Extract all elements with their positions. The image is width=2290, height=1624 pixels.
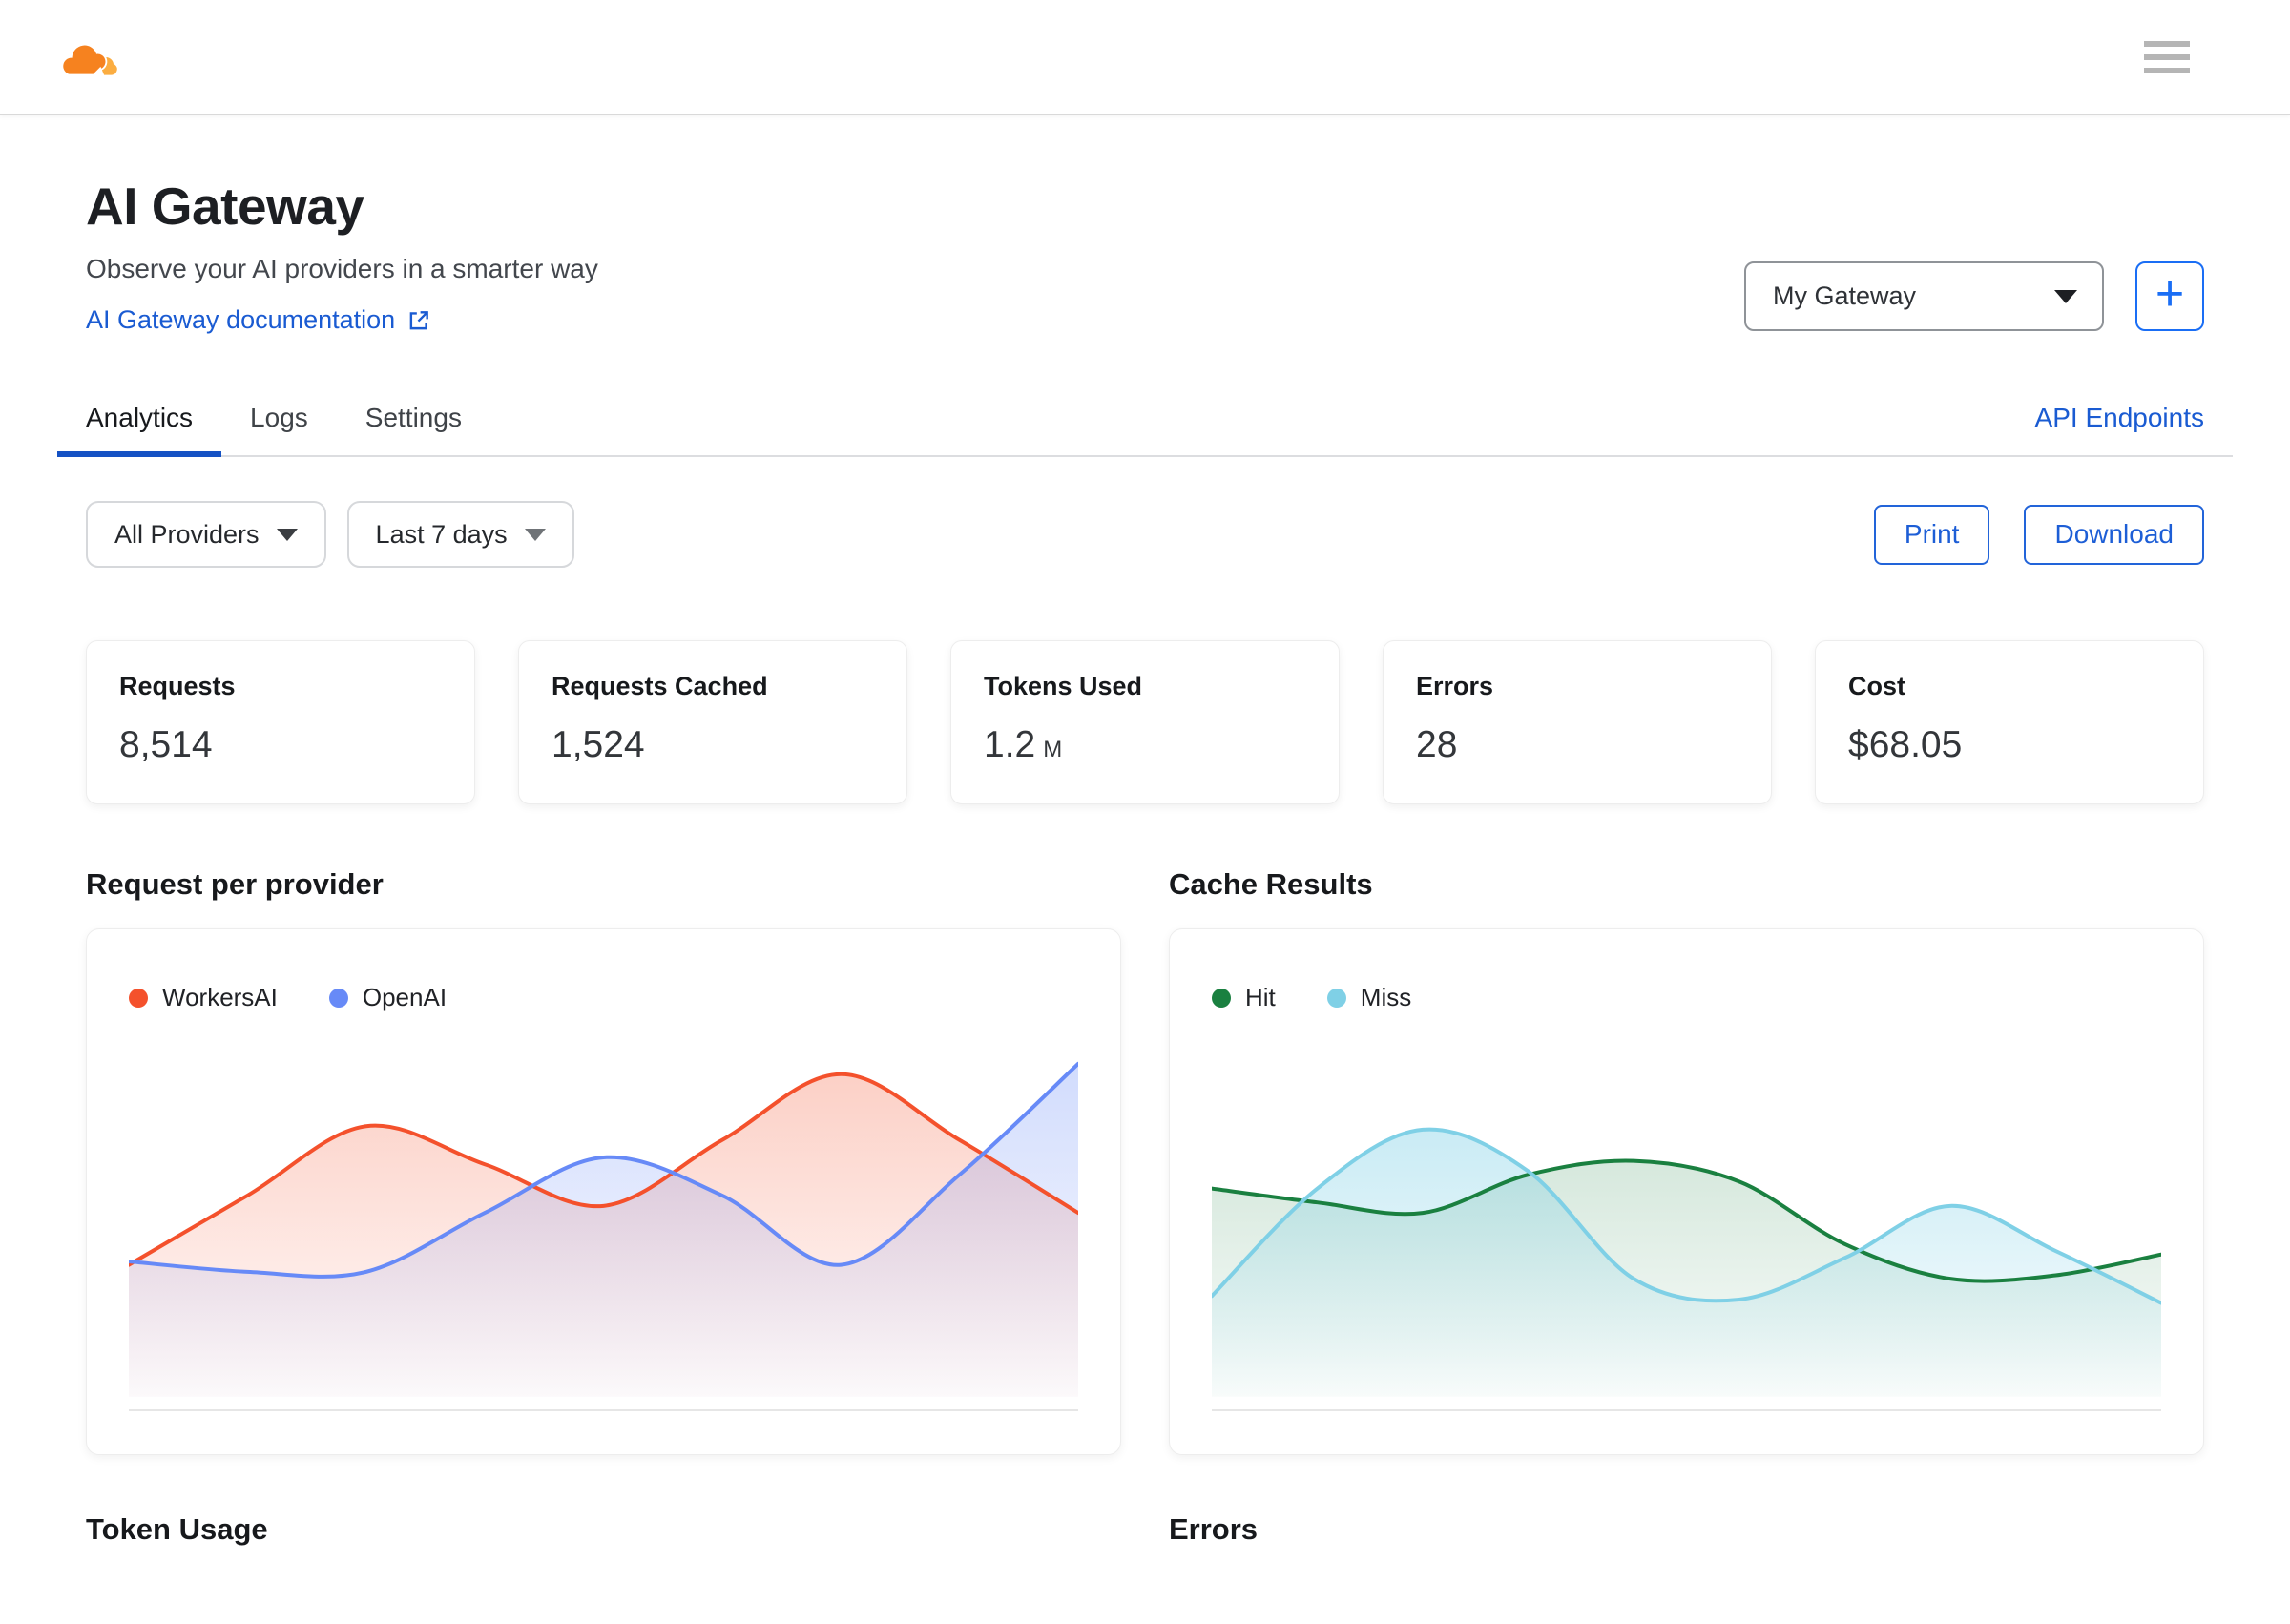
add-gateway-button[interactable]: + [2135,261,2204,331]
errors-heading: Errors [1169,1512,1259,1546]
cache-chart-card: Hit Miss [1169,928,2204,1455]
provider-filter-dropdown[interactable]: All Providers [86,501,326,568]
stat-label: Cost [1848,672,1905,700]
page-subtitle: Observe your AI providers in a smarter w… [86,254,598,283]
page-heading-block: AI Gateway Observe your AI providers in … [86,176,598,335]
requests-area-chart [129,1037,1078,1397]
token-usage-heading: Token Usage [86,1512,268,1546]
requests-chart-card: WorkersAI OpenAI [86,928,1121,1455]
requests-chart-heading: Request per provider [86,867,384,901]
cache-chart-legend: Hit Miss [1212,983,2161,1012]
cache-results-section: Cache Results Hit Miss [1169,867,2204,1455]
stat-label: Requests [119,672,236,700]
stat-card-requests: Requests 8,514 [86,640,475,804]
stat-card-tokens-used: Tokens Used 1.2 M [950,640,1340,804]
legend-dot-icon [1326,988,1346,1008]
legend-label: OpenAI [362,983,448,1011]
filter-toolbar: All Providers Last 7 days Print Download [86,501,2204,568]
stat-label: Requests Cached [552,672,768,700]
stat-label: Tokens Used [984,672,1143,700]
stat-value: 1.2 M [984,724,1306,766]
legend-label: Hit [1245,983,1276,1011]
stat-value: 8,514 [119,724,213,765]
cache-chart-plot [1212,1037,2161,1411]
legend-dot-icon [129,988,148,1008]
tab-bar: Analytics Logs Settings API Endpoints [57,381,2233,457]
date-range-dropdown[interactable]: Last 7 days [346,501,574,568]
legend-label: WorkersAI [162,983,278,1011]
stat-label: Errors [1416,672,1494,700]
requests-chart-legend: WorkersAI OpenAI [129,983,1078,1012]
requests-per-provider-section: Request per provider WorkersAI OpenAI [86,867,1121,1455]
legend-item-workersai[interactable]: WorkersAI [129,983,278,1012]
cloudflare-logo[interactable] [59,35,118,79]
stat-value-number: 1.2 [984,724,1036,765]
stat-value: 1,524 [552,724,645,765]
api-endpoints-link[interactable]: API Endpoints [2035,403,2233,433]
cloudflare-cloud-icon [61,43,117,76]
date-range-value: Last 7 days [375,519,508,549]
external-link-icon [409,310,429,329]
stat-value: 28 [1416,724,1458,765]
top-navigation-bar [0,0,2290,115]
download-button[interactable]: Download [2024,504,2204,565]
gateway-selector[interactable]: My Gateway [1744,261,2104,331]
requests-chart-plot [129,1037,1078,1411]
documentation-link-label: AI Gateway documentation [86,305,396,334]
menu-hamburger-icon[interactable] [2144,40,2190,73]
documentation-link[interactable]: AI Gateway documentation [86,305,431,335]
page-title: AI Gateway [86,177,364,236]
cache-chart-heading: Cache Results [1169,867,1373,901]
tab-logs-label: Logs [250,403,308,432]
tab-settings[interactable]: Settings [337,381,490,455]
gateway-selector-value: My Gateway [1773,281,1917,310]
legend-label: Miss [1360,983,1412,1011]
stat-value-suffix: M [1043,737,1063,762]
provider-filter-value: All Providers [114,519,260,549]
tab-analytics[interactable]: Analytics [57,381,222,457]
chevron-down-icon [276,528,298,541]
plus-icon: + [2155,265,2185,322]
main-content: AI Gateway Observe your AI providers in … [0,176,2290,1547]
cache-area-chart [1212,1037,2161,1397]
tab-analytics-label: Analytics [86,403,194,432]
stat-value: $68.05 [1848,724,1963,765]
stat-card-errors: Errors 28 [1383,640,1772,804]
stats-summary-row: Requests 8,514 Requests Cached 1,524 Tok… [86,640,2204,804]
legend-item-hit[interactable]: Hit [1212,983,1276,1012]
tab-logs[interactable]: Logs [221,381,337,455]
legend-item-miss[interactable]: Miss [1326,983,1412,1012]
print-button[interactable]: Print [1873,504,1990,565]
stat-card-cost: Cost $68.05 [1815,640,2204,804]
legend-dot-icon [1212,988,1231,1008]
chevron-down-icon [2054,289,2077,303]
legend-item-openai[interactable]: OpenAI [328,983,448,1012]
stat-card-requests-cached: Requests Cached 1,524 [518,640,907,804]
legend-dot-icon [328,988,348,1008]
tab-settings-label: Settings [364,403,462,432]
chevron-down-icon [524,528,546,541]
